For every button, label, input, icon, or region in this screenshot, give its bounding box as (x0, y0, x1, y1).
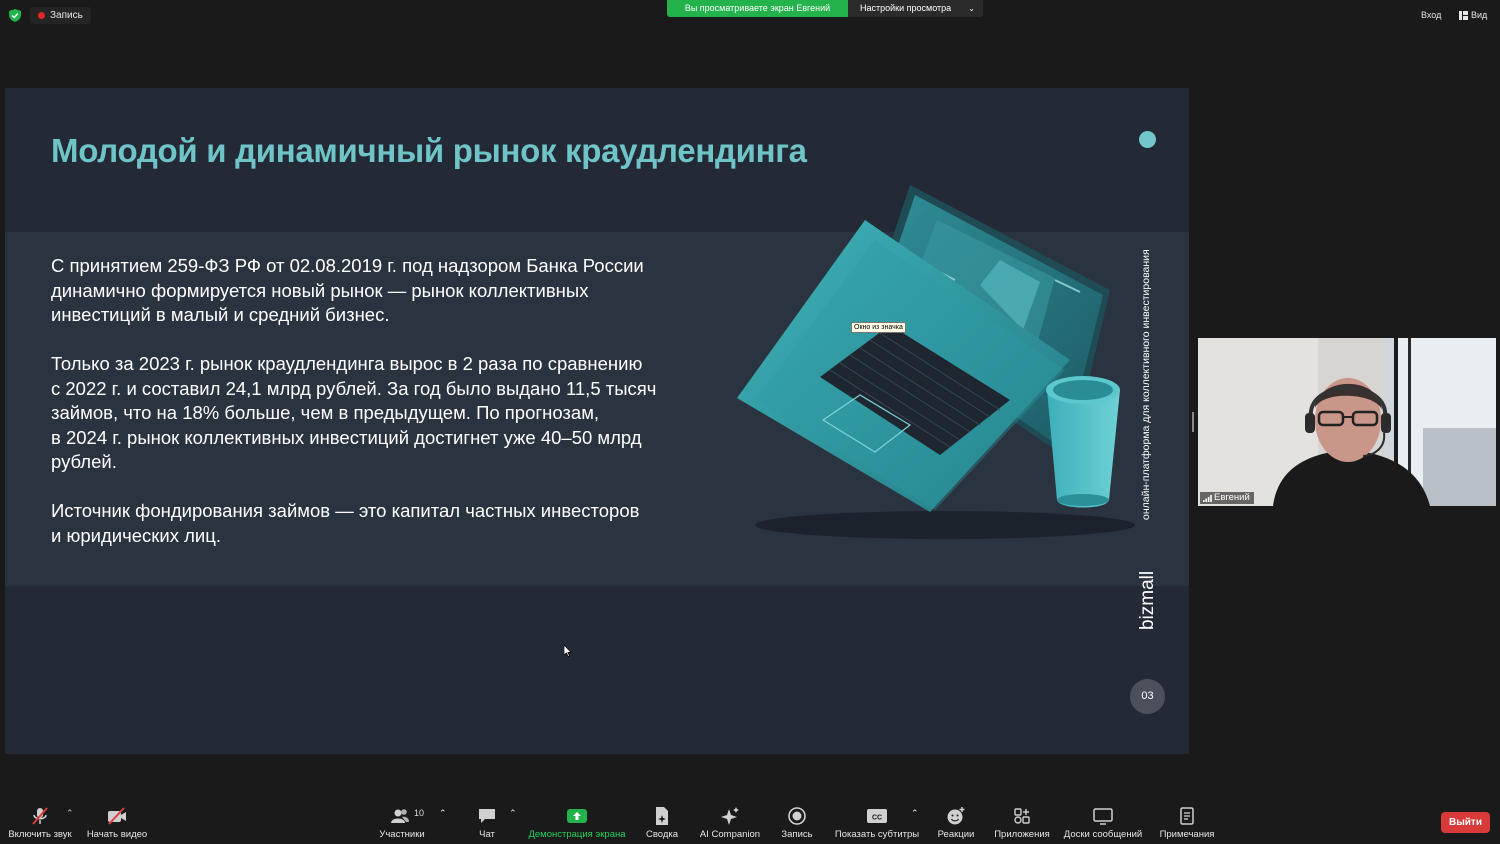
closed-captions-icon: CC (867, 809, 887, 823)
view-settings-label: Настройки просмотра (860, 3, 952, 13)
leave-meeting-button[interactable]: Выйти (1441, 812, 1490, 833)
shield-icon[interactable] (9, 9, 21, 22)
share-screen-button[interactable]: Демонстрация экрана (526, 798, 628, 844)
tooltip: Окно из значка (851, 322, 906, 333)
summary-button[interactable]: Сводка (640, 798, 684, 844)
captions-options-caret-icon[interactable]: ⌃ (911, 808, 919, 820)
reactions-button[interactable]: Реакции (934, 798, 978, 844)
chevron-down-icon: ⌄ (968, 4, 975, 13)
slide-title: Молодой и динамичный рынок краудлендинга (51, 132, 807, 169)
vertical-caption: онлайн-платформа для коллективного инвес… (1140, 249, 1152, 520)
audio-options-caret-icon[interactable]: ⌃ (66, 808, 74, 819)
participant-name: Евгений (1214, 492, 1250, 503)
unmute-button[interactable]: ⌃ Включить звук (4, 798, 76, 844)
brand-logo: bizmall (1137, 570, 1158, 630)
camera-off-icon (108, 807, 126, 825)
reactions-label: Реакции (937, 829, 975, 840)
page-number-badge: 03 (1130, 679, 1165, 714)
start-video-label: Начать видео (86, 829, 148, 840)
view-button[interactable]: Вид (1459, 7, 1487, 24)
ai-companion-label: AI Companion (699, 829, 761, 840)
whiteboards-button[interactable]: Доски сообщений (1060, 798, 1146, 844)
notes-button[interactable]: Примечания (1156, 798, 1218, 844)
participants-options-caret-icon[interactable]: ⌃ (439, 808, 447, 820)
participants-count: 10 (414, 808, 425, 818)
participants-button[interactable]: 10 Участники (372, 798, 432, 844)
signal-strength-icon (1203, 495, 1212, 502)
grid-view-icon (1459, 11, 1468, 20)
smiley-add-icon (947, 807, 965, 825)
chat-label: Чат (479, 829, 495, 840)
summary-label: Сводка (645, 829, 679, 840)
captions-button[interactable]: CC Показать субтитры (832, 798, 922, 844)
captions-label: Показать субтитры (834, 829, 920, 840)
chat-options-caret-icon[interactable]: ⌃ (509, 808, 517, 820)
apps-button[interactable]: Приложения (990, 798, 1054, 844)
slide-body: С принятием 259-ФЗ РФ от 02.08.2019 г. п… (51, 254, 711, 573)
record-icon (788, 807, 806, 825)
recording-label: Запись (50, 10, 83, 21)
unmute-label: Включить звук (8, 829, 72, 840)
start-video-button[interactable]: Начать видео (84, 798, 150, 844)
whiteboards-label: Доски сообщений (1063, 829, 1143, 840)
participants-label: Участники (379, 829, 425, 840)
apps-label: Приложения (994, 829, 1050, 840)
ai-companion-button[interactable]: AI Companion (696, 798, 764, 844)
notes-icon (1180, 807, 1194, 825)
svg-text:CC: CC (872, 815, 882, 822)
record-label: Запись (781, 829, 813, 840)
slide-paragraph: С принятием 259-ФЗ РФ от 02.08.2019 г. п… (51, 255, 644, 325)
viewing-screen-banner: Вы просматриваете экран Евгений (667, 0, 848, 17)
shared-screen[interactable]: Молодой и динамичный рынок краудлендинга… (5, 88, 1189, 754)
summary-doc-icon (656, 807, 668, 825)
participants-icon (391, 809, 409, 823)
meeting-toolbar: ⌃ Включить звук Начать видео 10 Участник… (0, 798, 1500, 844)
participant-name-tag: Евгений (1200, 492, 1254, 504)
participant-video-image (1198, 338, 1496, 506)
share-screen-label: Демонстрация экрана (528, 829, 626, 840)
slide-paragraph: Только за 2023 г. рынок краудлендинга вы… (51, 353, 657, 472)
chat-icon (479, 809, 495, 823)
chat-button[interactable]: Чат (470, 798, 504, 844)
microphone-muted-icon (32, 807, 48, 825)
record-dot-icon (38, 12, 45, 19)
view-label: Вид (1471, 10, 1488, 20)
mouse-cursor-icon (564, 645, 572, 657)
top-bar: Запись Вы просматриваете экран Евгений Н… (0, 0, 1500, 30)
record-button[interactable]: Запись (776, 798, 818, 844)
enter-button[interactable]: Вход (1421, 7, 1441, 24)
recording-indicator[interactable]: Запись (30, 7, 91, 24)
accent-dot (1139, 131, 1156, 148)
apps-icon (1014, 808, 1030, 824)
sparkle-icon (721, 807, 739, 825)
zoom-meeting-window: Запись Вы просматриваете экран Евгений Н… (0, 0, 1500, 844)
panel-resize-handle[interactable] (1192, 412, 1194, 432)
notes-label: Примечания (1159, 829, 1215, 840)
laptop-illustration (737, 185, 1135, 539)
whiteboard-icon (1093, 808, 1113, 825)
share-screen-icon (567, 809, 587, 823)
view-settings-dropdown[interactable]: Настройки просмотра ⌄ (848, 0, 983, 17)
participant-video-tile[interactable]: Евгений (1198, 338, 1496, 506)
slide-paragraph: Источник фондирования займов — это капит… (51, 500, 640, 546)
